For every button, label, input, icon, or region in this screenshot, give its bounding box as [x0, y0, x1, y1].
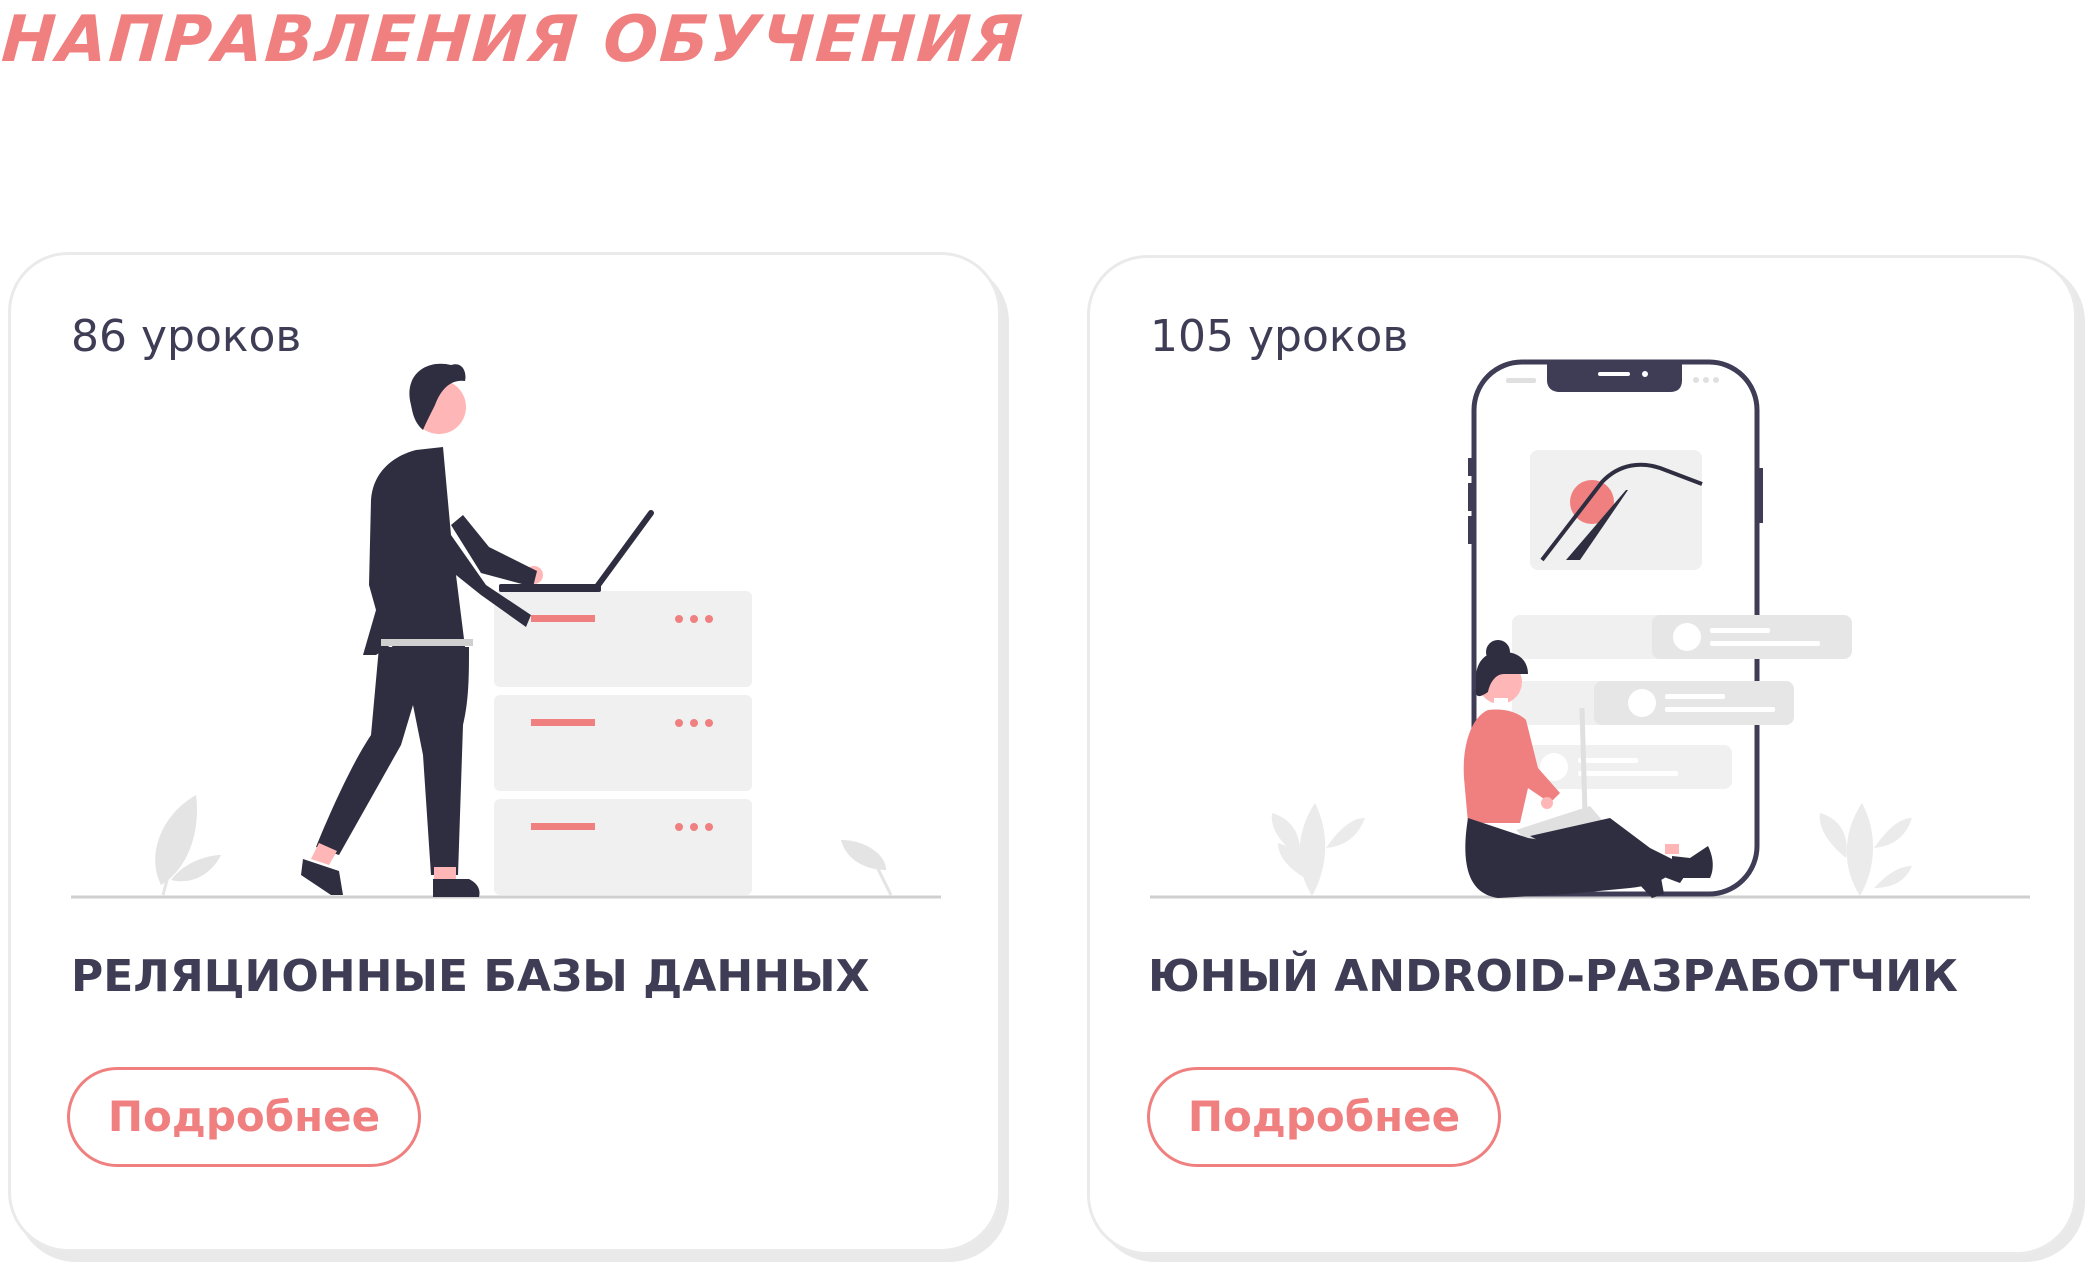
more-button[interactable]: Подробнее — [67, 1067, 421, 1167]
course-title: ЮНЫЙ ANDROID-РАЗРАБОТЧИК — [1148, 951, 1959, 1002]
person-with-phone-illustration — [1150, 359, 2030, 899]
course-card-android: 105 уроков ЮНЫЙ ANDROID-РАЗРАБОТЧИК Подр… — [1087, 255, 2077, 1255]
more-button[interactable]: Подробнее — [1147, 1067, 1501, 1167]
course-title: РЕЛЯЦИОННЫЕ БАЗЫ ДАННЫХ — [71, 951, 870, 1002]
section-title: НАПРАВЛЕНИЯ ОБУЧЕНИЯ — [0, 3, 1027, 77]
person-at-server-illustration — [71, 363, 941, 899]
course-card-databases: 86 уроков РЕЛЯЦИОННЫЕ БАЗЫ ДАННЫХ Подроб… — [8, 252, 1001, 1252]
